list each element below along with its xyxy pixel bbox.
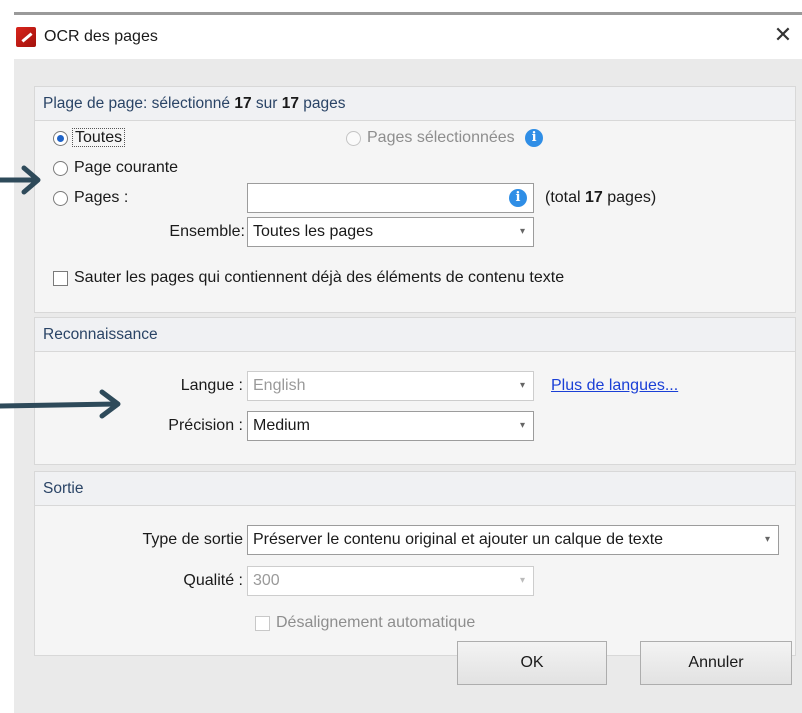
set-label: Ensemble:	[169, 223, 245, 240]
annotation-arrow-language	[0, 389, 121, 419]
info-icon[interactable]: i	[525, 129, 544, 147]
recognition-group: Reconnaissance Langue : English ▾ Plus d…	[34, 317, 796, 465]
page-range-group: Plage de page: sélectionné 17 sur 17 pag…	[34, 86, 796, 313]
total-count: 17	[281, 95, 299, 112]
radio-all-indicator[interactable]	[53, 130, 68, 146]
quality-dropdown: 300 ▾	[247, 566, 534, 596]
output-type-dropdown[interactable]: Préserver le contenu original et ajouter…	[247, 525, 779, 555]
recognition-header: Reconnaissance	[35, 318, 795, 352]
chevron-down-icon: ▾	[764, 534, 770, 545]
dialog-body: Plage de page: sélectionné 17 sur 17 pag…	[14, 59, 802, 713]
radio-current-indicator[interactable]	[53, 160, 68, 176]
pdf-app-icon	[16, 27, 36, 47]
pages-input[interactable]: i	[247, 183, 534, 213]
output-type-label: Type de sortie	[142, 531, 244, 548]
title-bar: OCR des pages ✕	[14, 15, 802, 59]
selected-count: 17	[234, 95, 252, 112]
output-group: Sortie Type de sortie Préserver le conte…	[34, 471, 796, 656]
deskew-box	[255, 615, 270, 631]
quality-label: Qualité :	[183, 572, 243, 589]
deskew-checkbox: Désalignement automatique	[255, 614, 475, 632]
radio-pages[interactable]: Pages :	[53, 189, 128, 207]
pages-info-icon[interactable]: i	[509, 189, 527, 207]
pages-total-text: (total 17 pages)	[545, 189, 657, 206]
chevron-down-icon: ▾	[519, 575, 525, 586]
more-languages-link[interactable]: Plus de langues...	[551, 377, 678, 395]
ok-button[interactable]: OK	[457, 641, 607, 685]
chevron-down-icon: ▾	[519, 420, 525, 431]
precision-dropdown[interactable]: Medium ▾	[247, 411, 534, 441]
radio-selected-pages: Pages sélectionnées i	[346, 129, 544, 147]
radio-current-page[interactable]: Page courante	[53, 159, 178, 177]
skip-text-pages-box[interactable]	[53, 270, 68, 286]
skip-text-pages-checkbox[interactable]: Sauter les pages qui contiennent déjà de…	[53, 269, 564, 287]
radio-all-pages[interactable]: Toutes	[53, 128, 126, 147]
radio-selected-indicator	[346, 130, 361, 146]
set-dropdown[interactable]: Toutes les pages ▾	[247, 217, 534, 247]
chevron-down-icon: ▾	[519, 226, 525, 237]
page-range-header: Plage de page: sélectionné 17 sur 17 pag…	[35, 87, 795, 121]
language-dropdown[interactable]: English ▾	[247, 371, 534, 401]
radio-pages-indicator[interactable]	[53, 190, 68, 206]
chevron-down-icon: ▾	[519, 380, 525, 391]
cancel-button[interactable]: Annuler	[640, 641, 792, 685]
window-title: OCR des pages	[44, 28, 158, 45]
output-header: Sortie	[35, 472, 795, 506]
annotation-arrow-current-page	[0, 165, 41, 195]
close-icon[interactable]: ✕	[770, 23, 796, 49]
